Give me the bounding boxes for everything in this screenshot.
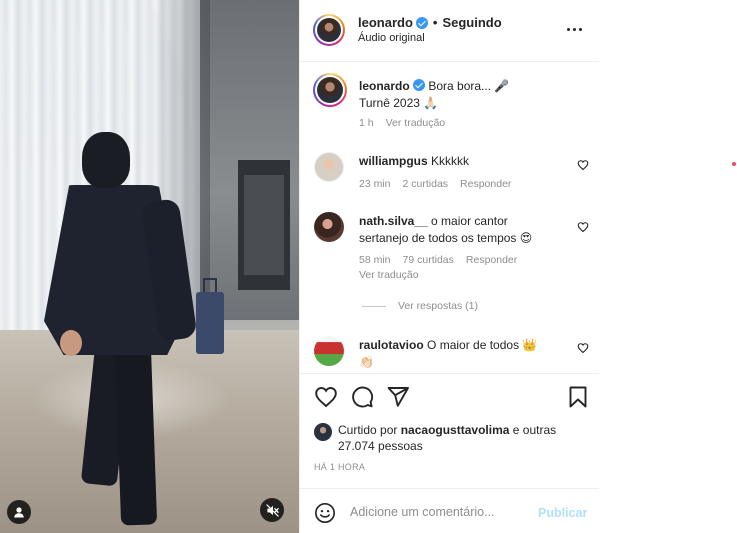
publish-button[interactable]: Publicar xyxy=(538,506,587,520)
comment-heart-icon[interactable] xyxy=(577,221,589,233)
caption-text: leonardo Bora bora... 🎤 xyxy=(359,78,569,95)
comment-translate: Ver tradução xyxy=(359,269,419,281)
heart-icon[interactable] xyxy=(314,385,338,409)
comment-avatar[interactable] xyxy=(314,336,344,366)
comment-time: 23 min xyxy=(359,178,391,190)
caption-time: 1 h xyxy=(359,117,374,129)
comment-heart-icon[interactable] xyxy=(577,342,589,354)
video-person-hand xyxy=(60,330,82,356)
author-line: leonardo • Seguindo xyxy=(358,15,502,30)
comment-meta: 23 min 2 curtidas Responder xyxy=(359,178,511,190)
video-person-head xyxy=(82,132,130,188)
caption-meta: 1 h Ver tradução xyxy=(359,117,445,129)
mute-toggle-button[interactable] xyxy=(260,498,284,522)
comment-reply-button[interactable]: Responder xyxy=(460,178,511,190)
caption-author-avatar[interactable] xyxy=(313,73,347,107)
comment-username[interactable]: nath.silva__ xyxy=(359,214,428,228)
caption-line2: Turnê 2023 🙏🏻 xyxy=(359,96,439,110)
comment-avatar[interactable] xyxy=(314,212,344,242)
comment-username[interactable]: williampgus xyxy=(359,154,428,168)
author-username[interactable]: leonardo xyxy=(358,15,413,30)
comment-avatar[interactable] xyxy=(314,152,344,182)
following-button[interactable]: Seguindo xyxy=(442,15,501,30)
share-icon[interactable] xyxy=(386,385,410,409)
comment-time: 58 min xyxy=(359,254,391,266)
actions-divider xyxy=(300,373,599,374)
post-details-panel: leonardo • Seguindo Áudio original leona… xyxy=(299,0,599,533)
more-options-icon[interactable] xyxy=(567,28,582,31)
view-replies-button[interactable]: Ver respostas (1) xyxy=(362,300,478,312)
liked-by: Curtido por nacaogusttavolima e outras 2… xyxy=(314,422,568,454)
comment-heart-icon[interactable] xyxy=(577,159,589,171)
liker-avatar[interactable] xyxy=(314,423,332,441)
emoji-icon[interactable] xyxy=(314,502,336,524)
original-audio-link[interactable]: Áudio original xyxy=(358,32,425,44)
caption-line1: Bora bora... 🎤 xyxy=(428,79,510,93)
post-header: leonardo • Seguindo Áudio original xyxy=(300,0,599,62)
liked-by-prefix: Curtido por xyxy=(338,423,398,437)
replies-divider-line xyxy=(362,305,386,307)
verified-badge-icon xyxy=(415,16,428,29)
comment-likes-link[interactable]: 79 curtidas xyxy=(403,254,454,266)
comment-body-line2: sertanejo de todos os tempos 😍 xyxy=(359,231,533,245)
comment-body-line2: 👏🏻 xyxy=(359,355,374,369)
comment-body-line1: o maior cantor xyxy=(431,214,508,228)
notification-dot xyxy=(732,162,736,166)
comment-likes-link[interactable]: 2 curtidas xyxy=(403,178,449,190)
add-comment-input[interactable] xyxy=(350,502,530,522)
liked-by-user[interactable]: nacaogusttavolima xyxy=(401,423,510,437)
comment-text: raulotavioo O maior de todos 👑 👏🏻 xyxy=(359,337,569,371)
video-suitcase xyxy=(196,292,224,354)
comment-reply-button[interactable]: Responder xyxy=(466,254,517,266)
bookmark-icon[interactable] xyxy=(566,385,590,409)
comment-translate-link[interactable]: Ver tradução xyxy=(359,269,419,281)
separator-dot: • xyxy=(432,15,438,30)
comment-meta: 58 min 79 curtidas Responder xyxy=(359,254,517,266)
comment-username[interactable]: raulotavioo xyxy=(359,338,424,352)
video-person-leg xyxy=(114,344,158,526)
tagged-users-button[interactable] xyxy=(7,500,31,524)
comment-body: O maior de todos 👑 xyxy=(427,338,538,352)
post-timestamp: HÁ 1 HORA xyxy=(314,462,366,472)
liked-by-text: Curtido por nacaogusttavolima e outras 2… xyxy=(338,422,568,454)
caption-translate-link[interactable]: Ver tradução xyxy=(386,117,446,129)
user-tag-icon xyxy=(14,507,24,518)
verified-badge-icon xyxy=(413,79,426,91)
comment-body: Kkkkkk xyxy=(431,154,470,168)
comment-text: nath.silva__ o maior cantor sertanejo de… xyxy=(359,213,569,247)
caption-username[interactable]: leonardo xyxy=(359,79,410,93)
author-avatar[interactable] xyxy=(313,14,345,46)
reel-video[interactable] xyxy=(0,0,299,533)
comment-icon[interactable] xyxy=(350,385,374,409)
view-replies-label: Ver respostas (1) xyxy=(398,300,478,312)
add-comment-bar: Publicar xyxy=(300,488,599,533)
comment-text: williampgus Kkkkkk xyxy=(359,153,569,170)
muted-speaker-icon xyxy=(265,503,279,517)
video-doorway-inner xyxy=(244,175,284,275)
liked-by-joiner: e xyxy=(512,423,520,437)
